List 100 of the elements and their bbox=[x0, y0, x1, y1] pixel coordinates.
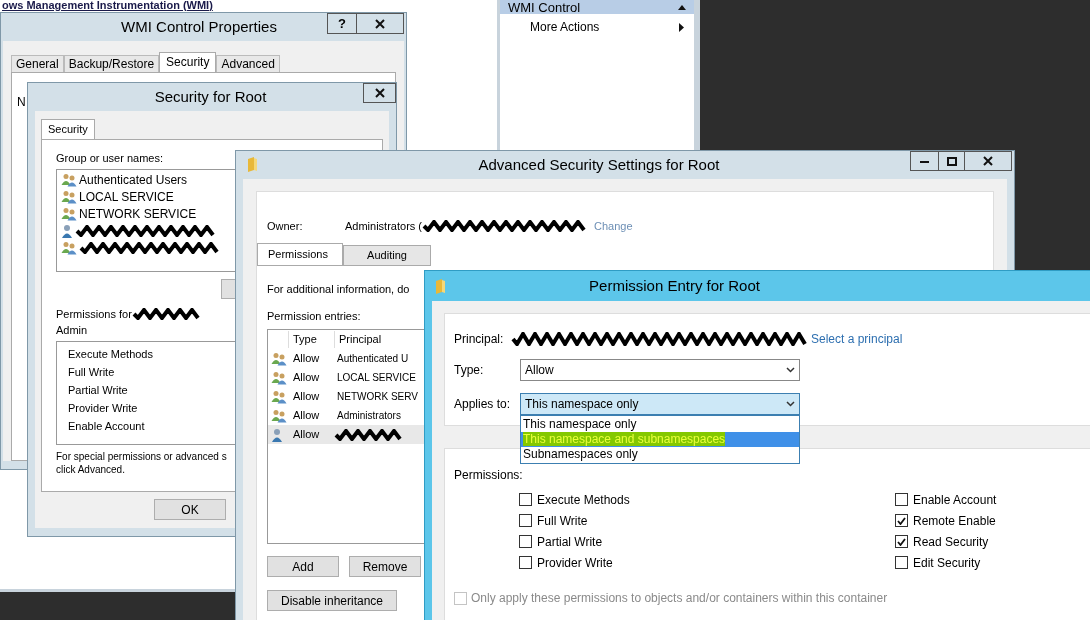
close-icon bbox=[375, 18, 385, 29]
applies-to-dropdown[interactable]: This namespace only bbox=[520, 393, 800, 415]
checkbox[interactable] bbox=[895, 535, 908, 548]
applies-to-value: This namespace only bbox=[525, 396, 639, 413]
permission-label: Execute Methods bbox=[537, 491, 630, 509]
select-principal-link[interactable]: Select a principal bbox=[811, 330, 903, 348]
folder-icon bbox=[435, 278, 446, 294]
window-title: WMI Control Properties bbox=[120, 17, 278, 37]
type-dropdown[interactable]: Allow bbox=[520, 359, 800, 381]
permissions-label: Permissions for bbox=[56, 306, 132, 322]
action-label: More Actions bbox=[530, 19, 600, 36]
only-apply-label: Only apply these permissions to objects and/or containers within this container bbox=[471, 590, 888, 607]
checkbox[interactable] bbox=[895, 514, 908, 527]
principal-name: Authenticated Users bbox=[79, 172, 188, 189]
redaction-scribble bbox=[334, 428, 404, 441]
close-icon bbox=[983, 156, 993, 166]
permission-name: Enable Account bbox=[68, 418, 145, 434]
group-list-label: Group or user names: bbox=[56, 151, 163, 166]
principal-item[interactable]: Authenticated Users bbox=[61, 171, 188, 189]
minimize-icon bbox=[920, 159, 929, 163]
permission-name: Partial Write bbox=[68, 382, 128, 398]
action-item[interactable]: More Actions bbox=[500, 14, 694, 40]
checkbox[interactable] bbox=[519, 535, 532, 548]
checkbox[interactable] bbox=[895, 493, 908, 506]
info-text: For additional information, do bbox=[267, 282, 410, 297]
tab[interactable]: Permissions bbox=[257, 243, 343, 265]
entries-label: Permission entries: bbox=[267, 308, 361, 324]
folder-icon bbox=[247, 157, 258, 172]
note-text: click Advanced. bbox=[56, 462, 125, 476]
table-cell-text: Allow bbox=[292, 370, 321, 386]
maximize-button[interactable] bbox=[939, 151, 965, 171]
chevron-down-icon bbox=[786, 367, 795, 373]
principal-name: NETWORK SERVICE bbox=[79, 206, 197, 223]
checkbox[interactable] bbox=[895, 556, 908, 569]
table-cell-text: NETWORK SERV bbox=[336, 390, 418, 404]
users-icon bbox=[61, 241, 77, 255]
permission-label: Enable Account bbox=[913, 491, 997, 509]
permission-label: Provider Write bbox=[537, 554, 613, 572]
permission-label: Read Security bbox=[913, 533, 989, 551]
table-cell-text: Authenticated U bbox=[336, 352, 409, 366]
actions-header-label: WMI Control bbox=[508, 0, 581, 14]
permission-label: Full Write bbox=[537, 512, 588, 530]
maximize-icon bbox=[946, 156, 957, 166]
console-header: ows Management Instrumentation (WMI) bbox=[1, 0, 214, 11]
principal-item[interactable]: NETWORK SERVICE bbox=[61, 205, 197, 223]
tab[interactable]: General bbox=[11, 55, 64, 72]
users-icon bbox=[271, 389, 287, 404]
owner-value: Administrators ( bbox=[345, 218, 423, 234]
users-icon bbox=[271, 370, 287, 385]
users-icon bbox=[61, 190, 77, 204]
table-cell-text: Allow bbox=[292, 389, 321, 405]
check-icon bbox=[897, 537, 906, 546]
table-action-button[interactable]: Remove bbox=[349, 556, 421, 577]
disable-inheritance-button[interactable]: Disable inheritance bbox=[267, 590, 397, 611]
submenu-arrow-icon bbox=[679, 22, 684, 32]
checkbox[interactable] bbox=[519, 493, 532, 506]
permission-name: Provider Write bbox=[68, 400, 138, 416]
users-icon bbox=[61, 207, 77, 221]
checkbox[interactable] bbox=[519, 514, 532, 527]
permission-label: Edit Security bbox=[913, 554, 981, 572]
tab[interactable]: Backup/Restore bbox=[63, 55, 160, 72]
table-cell-text: Administrators bbox=[336, 409, 401, 423]
permissions-label-user: Admin bbox=[56, 323, 88, 338]
close-button[interactable] bbox=[965, 151, 1012, 171]
table-cell-text: Allow bbox=[292, 351, 321, 367]
close-button[interactable] bbox=[357, 13, 404, 34]
principal-item[interactable]: LOCAL SERVICE bbox=[61, 188, 174, 206]
table-cell-text: Allow bbox=[292, 427, 321, 443]
change-link[interactable]: Change bbox=[594, 217, 633, 235]
permission-name: Full Write bbox=[68, 364, 115, 380]
ok-button[interactable]: OK bbox=[154, 499, 226, 520]
principal-label: Principal: bbox=[454, 331, 505, 348]
collapse-icon bbox=[678, 4, 686, 10]
actions-header[interactable]: WMI Control bbox=[500, 0, 694, 14]
window-title: Advanced Security Settings for Root bbox=[477, 155, 721, 175]
table-cell-text: Allow bbox=[292, 408, 321, 424]
checkbox[interactable] bbox=[519, 556, 532, 569]
redaction-scribble bbox=[131, 307, 202, 320]
table-action-button[interactable]: Add bbox=[267, 556, 339, 577]
column-header[interactable]: Type bbox=[288, 331, 334, 348]
tab-content-text: N bbox=[17, 95, 26, 109]
close-button[interactable] bbox=[363, 83, 396, 103]
user-icon bbox=[271, 427, 283, 442]
tab[interactable]: Security bbox=[41, 119, 95, 139]
close-icon bbox=[374, 88, 385, 98]
help-button[interactable]: ? bbox=[327, 13, 357, 34]
tab[interactable]: Security bbox=[159, 52, 217, 72]
permission-label: Remote Enable bbox=[913, 512, 996, 530]
users-icon bbox=[271, 351, 287, 366]
owner-label: Owner: bbox=[267, 218, 304, 234]
chevron-down-icon bbox=[786, 401, 795, 407]
users-icon bbox=[271, 408, 287, 423]
users-icon bbox=[61, 173, 77, 187]
permissions-label: Permissions: bbox=[454, 467, 523, 484]
principal-name: LOCAL SERVICE bbox=[79, 189, 174, 206]
minimize-button[interactable] bbox=[910, 151, 939, 171]
tab[interactable]: Auditing bbox=[343, 245, 431, 265]
tab[interactable]: Advanced bbox=[216, 55, 280, 72]
user-icon bbox=[61, 224, 73, 238]
window-title: Permission Entry for Root bbox=[588, 275, 761, 296]
